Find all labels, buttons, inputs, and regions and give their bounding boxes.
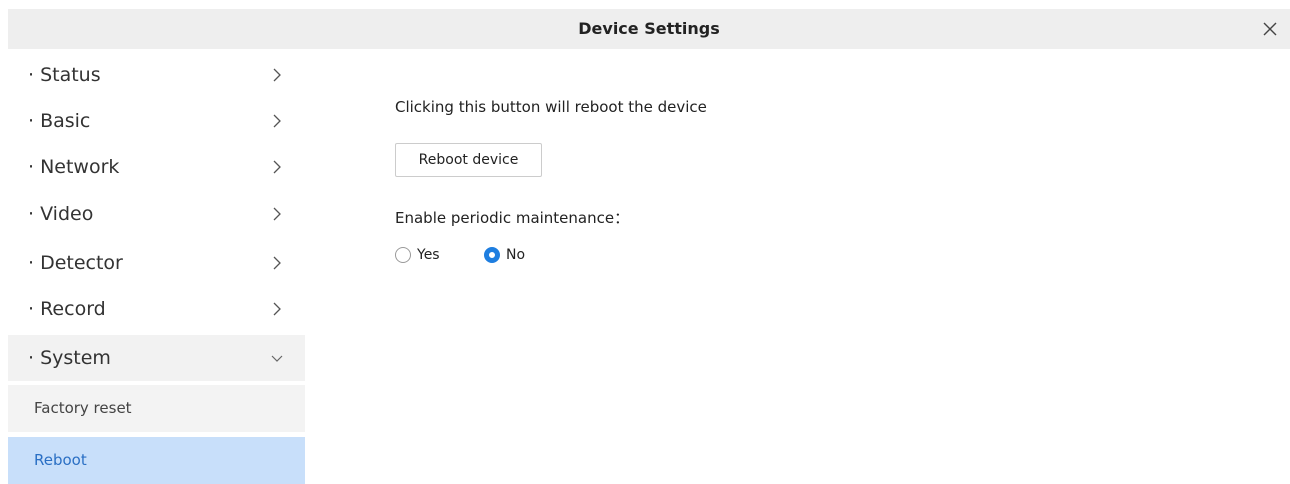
sidebar-item-system[interactable]: · System (8, 335, 305, 381)
maintenance-yes-radio[interactable]: Yes (395, 245, 465, 267)
periodic-maintenance-label: Enable periodic maintenance： (395, 209, 630, 227)
title-bar: Device Settings (8, 9, 1290, 49)
sidebar-item-record[interactable]: · Record (8, 286, 305, 332)
sidebar-item-status[interactable]: · Status (8, 52, 305, 98)
chevron-right-icon (273, 207, 281, 221)
sidebar-item-basic[interactable]: · Basic (8, 98, 305, 144)
sidebar-item-label: · System (28, 347, 111, 369)
chevron-right-icon (273, 302, 281, 316)
sidebar-item-network[interactable]: · Network (8, 144, 305, 190)
sidebar-item-label: · Basic (28, 110, 91, 132)
settings-sidebar: · Status · Basic · Network · Video · Det (8, 52, 305, 484)
chevron-right-icon (273, 68, 281, 82)
radio-checked-icon (484, 247, 500, 263)
maintenance-no-radio[interactable]: No (484, 245, 544, 267)
sidebar-item-label: · Status (28, 64, 101, 86)
reboot-description: Clicking this button will reboot the dev… (395, 98, 707, 116)
chevron-right-icon (273, 160, 281, 174)
chevron-right-icon (273, 256, 281, 270)
sidebar-item-label: · Detector (28, 252, 123, 274)
sidebar-subitem-label: Reboot (34, 451, 87, 469)
close-icon (1263, 22, 1277, 36)
radio-unchecked-icon (395, 247, 411, 263)
sidebar-subitem-reboot[interactable]: Reboot (8, 437, 305, 484)
sidebar-item-label: · Record (28, 298, 106, 320)
window-title: Device Settings (578, 19, 720, 38)
sidebar-item-label: · Video (28, 203, 94, 225)
radio-label: No (506, 247, 526, 263)
close-button[interactable] (1260, 19, 1280, 39)
chevron-right-icon (273, 114, 281, 128)
reboot-panel: Clicking this button will reboot the dev… (395, 52, 1275, 472)
sidebar-item-video[interactable]: · Video (8, 191, 305, 237)
sidebar-item-detector[interactable]: · Detector (8, 240, 305, 286)
radio-label: Yes (417, 247, 440, 263)
periodic-maintenance-radio-group: Yes No (395, 245, 695, 267)
device-settings-window: Device Settings · Status · Basic · Netwo… (0, 0, 1290, 484)
sidebar-subitem-label: Factory reset (34, 399, 132, 417)
chevron-down-icon (271, 355, 283, 362)
sidebar-item-label: · Network (28, 156, 120, 178)
reboot-device-button[interactable]: Reboot device (395, 143, 542, 177)
sidebar-subitem-factory-reset[interactable]: Factory reset (8, 385, 305, 432)
